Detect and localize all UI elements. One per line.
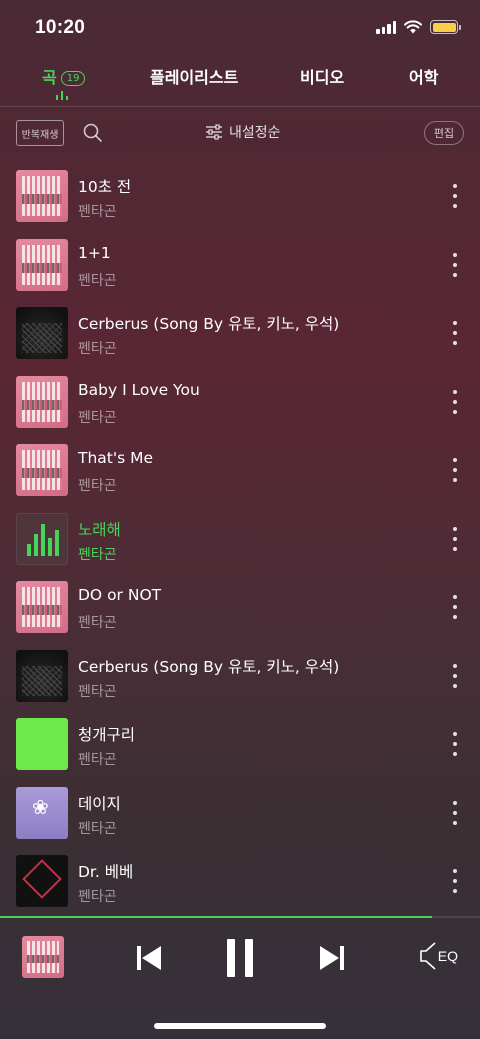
album-cover [16, 375, 68, 428]
mini-player: EQ [0, 918, 480, 1039]
category-tabs: 곡 19 플레이리스트 비디오 어학 [0, 58, 480, 104]
search-icon[interactable] [82, 122, 104, 144]
song-row[interactable]: ❀ 데이지 펜타곤 [0, 779, 480, 848]
album-cover [16, 581, 68, 633]
album-cover [16, 855, 68, 907]
tab-language[interactable]: 어학 [409, 64, 438, 88]
song-artist: 펜타곤 [78, 204, 117, 220]
song-row[interactable]: 1+1 펜타곤 [0, 231, 480, 300]
song-artist: 펜타곤 [78, 752, 117, 768]
wifi-icon [404, 20, 422, 34]
album-cover [16, 170, 68, 222]
song-row[interactable]: That's Me 펜타곤 [0, 436, 480, 505]
status-icons [376, 20, 461, 34]
song-count-badge: 19 [60, 71, 86, 86]
album-cover [16, 649, 68, 702]
tab-songs-label: 곡 [42, 68, 57, 87]
more-options-icon[interactable] [450, 732, 460, 756]
song-list: 10초 전 펜타곤 1+1 펜타곤 Cerberus (Song By 유토, … [0, 162, 480, 916]
song-artist: 펜타곤 [78, 272, 117, 289]
song-artist: 펜타곤 [78, 478, 117, 494]
song-title: 노래해 [78, 520, 121, 539]
song-artist: 펜타곤 [78, 889, 117, 905]
song-title: 10초 전 [78, 178, 132, 196]
song-artist: 펜타곤 [78, 615, 117, 631]
more-options-icon[interactable] [450, 869, 460, 893]
more-options-icon[interactable] [450, 184, 460, 208]
repeat-button-label: 반복재생 [21, 129, 59, 141]
song-row[interactable]: 10초 전 펜타곤 [0, 162, 480, 231]
album-cover [16, 718, 68, 770]
edit-button[interactable]: 편집 [424, 121, 464, 145]
previous-track-icon[interactable] [129, 938, 169, 978]
status-bar: 10:20 [0, 0, 480, 56]
more-options-icon[interactable] [450, 595, 460, 619]
album-cover [16, 307, 68, 359]
song-row[interactable]: DO or NOT 펜타곤 [0, 573, 480, 642]
tabs-divider [0, 106, 480, 107]
sort-label: 내설정순 [229, 125, 281, 141]
battery-icon [430, 20, 461, 34]
status-time: 10:20 [35, 17, 86, 38]
tab-videos[interactable]: 비디오 [300, 64, 344, 88]
sort-button[interactable]: 내설정순 [205, 122, 281, 142]
song-title: Cerberus (Song By 유토, 키노, 우석) [78, 315, 340, 333]
song-row[interactable]: 청개구리 펜타곤 [0, 710, 480, 779]
more-options-icon[interactable] [450, 389, 460, 414]
album-cover [16, 444, 68, 496]
more-options-icon[interactable] [450, 458, 460, 482]
song-row[interactable]: Cerberus (Song By 유토, 키노, 우석) 펜타곤 [0, 642, 480, 711]
active-tab-indicator-icon [56, 90, 68, 100]
song-row-now-playing[interactable]: 노래해 펜타곤 [0, 505, 480, 574]
more-options-icon[interactable] [450, 800, 460, 825]
song-title: 데이지 [78, 794, 121, 813]
song-title: Baby I Love You [78, 380, 200, 399]
song-title: That's Me [78, 449, 154, 467]
list-toolbar: 반복재생 내설정순 편집 [0, 112, 480, 156]
song-title: Dr. 베베 [78, 863, 134, 881]
more-options-icon[interactable] [450, 321, 460, 345]
song-artist: 펜타곤 [78, 683, 117, 700]
song-title: DO or NOT [78, 586, 162, 604]
song-artist: 펜타곤 [78, 546, 117, 563]
song-row[interactable]: Dr. 베베 펜타곤 [0, 847, 480, 916]
sort-sliders-icon [206, 124, 222, 140]
edit-button-label: 편집 [433, 127, 455, 140]
tab-songs[interactable]: 곡 19 [42, 64, 86, 88]
song-artist: 펜타곤 [78, 820, 117, 837]
repeat-button[interactable]: 반복재생 [16, 120, 64, 146]
album-cover: ❀ [16, 786, 68, 839]
song-row[interactable]: Baby I Love You 펜타곤 [0, 368, 480, 437]
song-artist: 펜타곤 [78, 341, 117, 357]
more-options-icon[interactable] [450, 252, 460, 277]
more-options-icon[interactable] [450, 526, 460, 551]
tab-playlists[interactable]: 플레이리스트 [150, 64, 238, 88]
equalizer-label: EQ [437, 948, 458, 964]
album-cover [16, 238, 68, 291]
cellular-signal-icon [376, 20, 396, 34]
mini-player-album-cover[interactable] [22, 936, 64, 978]
song-title: Cerberus (Song By 유토, 키노, 우석) [78, 657, 340, 676]
equalizer-button[interactable]: EQ [419, 942, 458, 970]
home-indicator[interactable] [154, 1023, 326, 1029]
song-title: 1+1 [78, 243, 111, 262]
pause-icon[interactable] [220, 938, 260, 978]
more-options-icon[interactable] [450, 663, 460, 688]
song-artist: 펜타곤 [78, 409, 117, 426]
song-title: 청개구리 [78, 726, 136, 744]
next-track-icon[interactable] [312, 938, 352, 978]
speaker-icon [419, 942, 436, 970]
song-row[interactable]: Cerberus (Song By 유토, 키노, 우석) 펜타곤 [0, 299, 480, 368]
now-playing-equalizer-icon [16, 512, 68, 565]
